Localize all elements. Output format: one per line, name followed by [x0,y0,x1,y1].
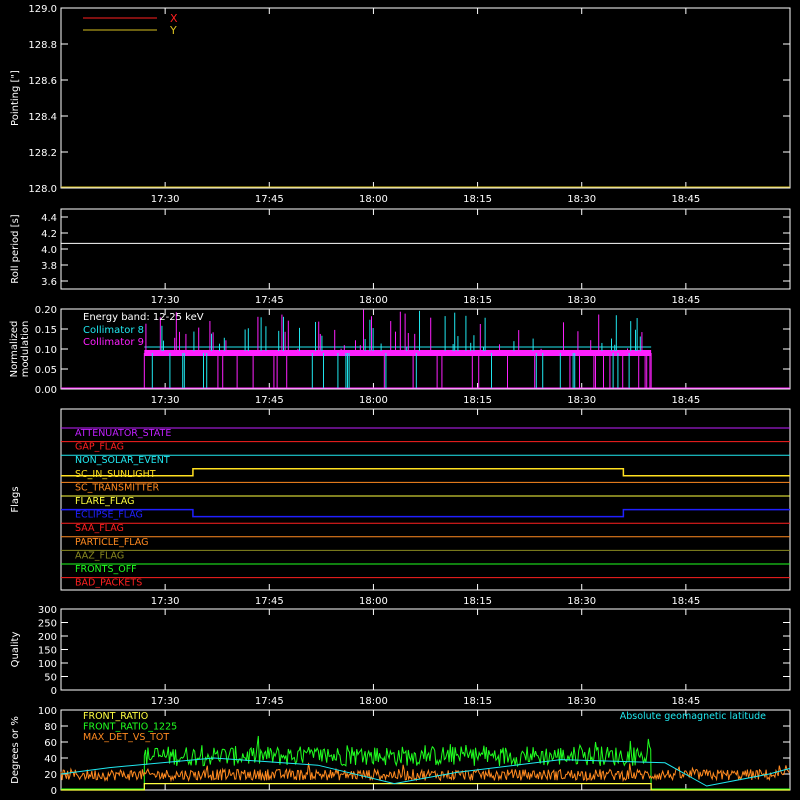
flag-label: PARTICLE_FLAG [75,537,148,548]
x-tick-label: 18:00 [359,395,388,406]
x-tick-label: 17:45 [255,596,284,607]
flag-label: GAP_FLAG [75,442,124,453]
legend-label-ratio: FRONT_RATIO_1225 [83,722,177,733]
y-axis-label: Pointing ["] [10,70,21,126]
x-tick-label: 18:30 [567,696,596,707]
x-tick-label: 18:00 [359,696,388,707]
y-tick-label: 0.10 [35,345,57,356]
y-tick-label: 60 [44,738,57,749]
y-tick-label: 128.4 [28,112,57,123]
y-tick-label: 129.0 [28,4,57,15]
y-tick-label: 150 [38,646,57,657]
x-tick-label: 18:15 [463,696,492,707]
flag-label: SAA_FLAG [75,523,124,534]
y-tick-label: 4.2 [41,229,57,240]
flag-label: ATTENUATOR_STATE [75,428,171,439]
x-tick-label: 17:30 [151,295,180,306]
x-tick-label: 18:45 [671,194,700,205]
y-axis-label: Normalized [9,321,20,378]
x-tick-label: 17:30 [151,395,180,406]
y-axis-label: Degrees or % [10,716,21,784]
y-axis-label: Flags [10,486,21,512]
x-tick-label: 18:15 [463,596,492,607]
x-tick-label: 17:45 [255,696,284,707]
y-axis-label: Quality [10,632,21,668]
y-tick-label: 80 [44,722,57,733]
x-tick-label: 18:15 [463,295,492,306]
y-tick-label: 300 [38,605,57,616]
x-tick-label: 17:45 [255,295,284,306]
flag-label: FRONTS_OFF [75,564,137,575]
x-tick-label: 18:45 [671,696,700,707]
y-tick-label: 100 [38,706,57,717]
y-tick-label: 128.6 [28,76,57,87]
y-tick-label: 128.0 [28,184,57,195]
x-tick-label: 18:45 [671,596,700,607]
x-tick-label: 17:30 [151,194,180,205]
flag-label: SC_TRANSMITTER [75,482,160,493]
y-tick-label: 0 [51,686,57,697]
y-axis-label: Roll period [s] [10,214,21,283]
y-tick-label: 0.05 [35,365,57,376]
legend-label-collimator: Collimator 8 [83,325,144,336]
x-tick-label: 18:00 [359,295,388,306]
y-tick-label: 0.00 [35,385,57,396]
x-tick-label: 18:30 [567,194,596,205]
x-tick-label: 18:30 [567,395,596,406]
x-tick-label: 18:00 [359,596,388,607]
x-tick-label: 18:30 [567,295,596,306]
flag-label: SC_IN_SUNLIGHT [75,469,156,480]
flag-label: NON_SOLAR_EVENT [75,455,170,466]
x-tick-label: 17:45 [255,395,284,406]
y-tick-label: 100 [38,659,57,670]
energy-band-annotation: Energy band: 12-25 keV [83,312,204,323]
x-tick-label: 18:45 [671,395,700,406]
x-tick-label: 18:15 [463,194,492,205]
legend-label-collimator: Collimator 9 [83,337,144,348]
y-tick-label: 50 [44,673,57,684]
y-tick-label: 4.0 [41,245,57,256]
x-tick-label: 18:30 [567,596,596,607]
y-tick-label: 3.8 [41,261,57,272]
x-tick-label: 18:00 [359,194,388,205]
flag-label: FLARE_FLAG [75,496,135,507]
legend-label-ratio: MAX_DET_VS_TOT [83,732,169,743]
y-tick-label: 0 [51,786,57,797]
legend-label-y: Y [169,24,177,37]
y-tick-label: 3.6 [41,277,57,288]
y-tick-label: 40 [44,754,57,765]
x-tick-label: 17:45 [255,194,284,205]
legend-label-ratio: FRONT_RATIO [83,711,148,722]
flag-label: BAD_PACKETS [75,578,142,589]
y-tick-label: 0.20 [35,305,57,316]
y-tick-label: 0.15 [35,325,57,336]
flag-label: ECLIPSE_FLAG [75,510,143,521]
flag-label: AAZ_FLAG [75,550,124,561]
y-tick-label: 4.4 [41,213,57,224]
y-tick-label: 200 [38,632,57,643]
x-tick-label: 17:30 [151,696,180,707]
x-tick-label: 17:30 [151,596,180,607]
y-tick-label: 20 [44,770,57,781]
x-tick-label: 18:15 [463,395,492,406]
y-tick-label: 128.2 [28,148,57,159]
y-tick-label: 250 [38,619,57,630]
y-axis-label: modulation [20,321,31,378]
rhessi-quicklook-figure: 17:30 17:45 18:00 18:15 18:30 18:45 129.0 128.8… [0,0,800,800]
legend-label-geomagnetic: Absolute geomagnetic latitude [620,711,766,722]
x-tick-label: 18:45 [671,295,700,306]
y-tick-label: 128.8 [28,40,57,51]
